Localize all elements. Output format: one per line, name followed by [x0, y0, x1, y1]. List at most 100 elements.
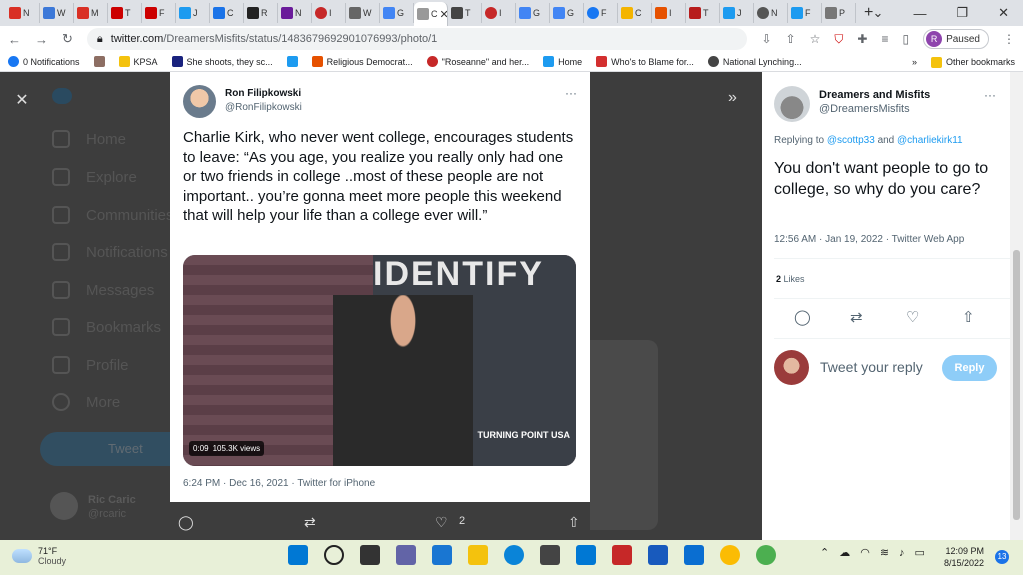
- volume-icon[interactable]: ♪: [899, 547, 905, 559]
- clock[interactable]: 12:09 PM 8/15/2022: [944, 545, 984, 569]
- reply-timestamp[interactable]: 12:56 AM · Jan 19, 2022 · Twitter Web Ap…: [774, 234, 964, 245]
- browser-tab[interactable]: M: [74, 3, 108, 23]
- weather-widget[interactable]: 71°F Cloudy: [12, 546, 66, 566]
- browser-tab[interactable]: I: [652, 3, 686, 23]
- browser-tab[interactable]: T: [108, 3, 142, 23]
- bookmark-item[interactable]: National Lynching...: [707, 56, 802, 67]
- browser-tab[interactable]: T: [448, 3, 482, 23]
- retweet-icon[interactable]: ⇄: [304, 514, 316, 531]
- word-icon[interactable]: [648, 545, 668, 565]
- retweet-icon[interactable]: ⇄: [850, 308, 863, 326]
- mention-link[interactable]: @charliekirk11: [897, 135, 963, 146]
- install-app-icon[interactable]: ⇩: [761, 32, 771, 46]
- bookmark-item[interactable]: [93, 56, 105, 67]
- reload-icon[interactable]: ↻: [62, 31, 73, 47]
- app-icon[interactable]: [576, 545, 596, 565]
- bookmark-star-icon[interactable]: ☆: [810, 32, 821, 46]
- lock-icon[interactable]: 🔒︎: [97, 33, 103, 46]
- author-name[interactable]: Ron Filipkowski: [225, 88, 301, 99]
- app-l-icon[interactable]: [432, 545, 452, 565]
- browser-tab[interactable]: F: [788, 3, 822, 23]
- share-icon[interactable]: ⇧: [568, 514, 580, 531]
- chrome-icon[interactable]: [720, 545, 740, 565]
- browser-tab[interactable]: F: [584, 3, 618, 23]
- browser-tab[interactable]: J: [720, 3, 754, 23]
- browser-tab[interactable]: G: [380, 3, 414, 23]
- browser-tab[interactable]: G: [550, 3, 584, 23]
- more-options-icon[interactable]: ···: [984, 88, 996, 102]
- network-icon[interactable]: ◠: [860, 546, 870, 559]
- browser-tab[interactable]: G: [516, 3, 550, 23]
- share-icon[interactable]: ⇧: [962, 308, 975, 326]
- task-view-icon[interactable]: [360, 545, 380, 565]
- reply-author-name[interactable]: Dreamers and Misfits: [819, 89, 930, 101]
- close-modal-button[interactable]: ✕: [10, 89, 34, 113]
- bookmark-item[interactable]: Who's to Blame for...: [596, 56, 694, 67]
- chrome-menu-icon[interactable]: ⋮: [1003, 32, 1015, 46]
- forward-icon[interactable]: →: [35, 32, 48, 47]
- back-icon[interactable]: ←: [8, 32, 21, 47]
- address-bar[interactable]: 🔒︎ twitter.com/DreamersMisfits/status/14…: [86, 28, 748, 50]
- browser-tab[interactable]: F: [142, 3, 176, 23]
- browser-tab[interactable]: W: [40, 3, 74, 23]
- browser-tab[interactable]: R: [244, 3, 278, 23]
- restore-icon[interactable]: ❐: [956, 5, 968, 21]
- browser-tab[interactable]: I: [312, 3, 346, 23]
- store-icon[interactable]: [540, 545, 560, 565]
- bookmark-item[interactable]: Religious Democrat...: [311, 56, 413, 67]
- browser-tab[interactable]: J: [176, 3, 210, 23]
- wifi-icon[interactable]: ≋: [880, 546, 889, 559]
- mention-link[interactable]: @scottp33: [827, 135, 875, 146]
- author-avatar[interactable]: [183, 85, 216, 118]
- bookmark-item[interactable]: She shoots, they sc...: [171, 56, 273, 67]
- battery-icon[interactable]: ▭: [915, 546, 925, 559]
- quoted-tweet-card[interactable]: Ron Filipkowski @RonFilipkowski ··· Char…: [170, 72, 590, 502]
- app-globe-icon[interactable]: [756, 545, 776, 565]
- bookmark-item[interactable]: [286, 56, 298, 67]
- reply-icon[interactable]: ◯: [794, 308, 811, 326]
- browser-tab[interactable]: N: [754, 3, 788, 23]
- tray-app-icon[interactable]: ☁: [839, 546, 850, 559]
- browser-tab[interactable]: N: [6, 3, 40, 23]
- like-icon[interactable]: ♡: [435, 514, 448, 531]
- chevron-right-icon[interactable]: »: [912, 57, 917, 67]
- close-tab-icon[interactable]: ✕: [440, 8, 448, 21]
- browser-tab[interactable]: W: [346, 3, 380, 23]
- minimize-icon[interactable]: —: [913, 6, 926, 21]
- start-icon[interactable]: [288, 545, 308, 565]
- mail-icon[interactable]: [684, 545, 704, 565]
- extensions-puzzle-icon[interactable]: ✚: [857, 32, 867, 46]
- more-options-icon[interactable]: ···: [565, 86, 577, 100]
- bookmark-item[interactable]: Home: [543, 56, 582, 67]
- extension-shield-icon[interactable]: ⛉: [834, 32, 843, 47]
- reply-author-handle[interactable]: @DreamersMisfits: [819, 103, 910, 115]
- side-panel-icon[interactable]: ▯: [902, 32, 909, 46]
- reply-input[interactable]: Tweet your reply: [820, 359, 923, 375]
- reply-author-avatar[interactable]: [774, 86, 810, 122]
- tweet-video[interactable]: IDENTIFY 0:09 105.3K views TURNING POINT …: [183, 255, 576, 466]
- browser-tab[interactable]: C: [618, 3, 652, 23]
- author-handle[interactable]: @RonFilipkowski: [225, 102, 302, 113]
- notification-badge[interactable]: 13: [995, 550, 1009, 564]
- mcafee-icon[interactable]: [612, 545, 632, 565]
- browser-tab[interactable]: T: [686, 3, 720, 23]
- like-icon[interactable]: ♡: [906, 308, 919, 326]
- teams-icon[interactable]: [396, 545, 416, 565]
- collapse-panel-button[interactable]: »: [728, 89, 737, 107]
- tweet-timestamp[interactable]: 6:24 PM · Dec 16, 2021 · Twitter for iPh…: [183, 478, 375, 489]
- reply-icon[interactable]: ◯: [178, 514, 194, 531]
- browser-tab[interactable]: N: [278, 3, 312, 23]
- close-window-icon[interactable]: ✕: [998, 5, 1009, 21]
- browser-tab[interactable]: P: [822, 3, 856, 23]
- edge-icon[interactable]: [504, 545, 524, 565]
- share-icon[interactable]: ⇧: [786, 32, 796, 46]
- likes-stat[interactable]: 2 Likes: [776, 274, 805, 284]
- bookmark-item[interactable]: "Roseanne" and her...: [426, 56, 529, 67]
- browser-tab-active[interactable]: C ✕: [414, 2, 448, 26]
- media-control-icon[interactable]: ≡: [881, 32, 888, 46]
- tab-search-icon[interactable]: ⌄: [873, 5, 884, 21]
- bookmark-item[interactable]: 0 Notifications: [8, 56, 80, 67]
- bookmark-item[interactable]: KPSA: [118, 56, 158, 67]
- browser-tab[interactable]: I: [482, 3, 516, 23]
- scrollbar-thumb[interactable]: [1013, 250, 1020, 520]
